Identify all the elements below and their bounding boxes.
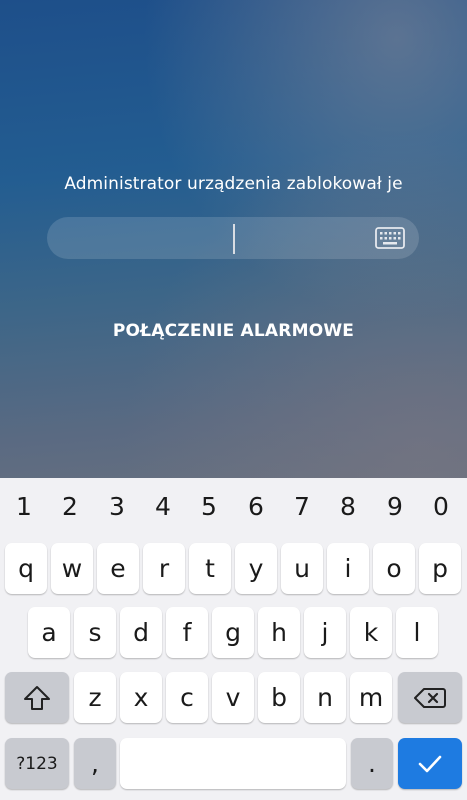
text-cursor [233,224,235,254]
device-locked-message: Administrator urządzenia zablokował je [64,174,403,194]
letter-key[interactable]: d [120,607,162,658]
number-key[interactable]: 9 [372,492,418,521]
letter-key[interactable]: k [350,607,392,658]
number-key[interactable]: 2 [47,492,93,521]
backspace-icon [414,687,446,708]
letter-key[interactable]: m [350,672,392,723]
letter-key[interactable]: o [373,543,415,594]
shift-key[interactable] [5,672,69,723]
backspace-key[interactable] [398,672,462,723]
lockscreen-background: Administrator urządzenia zablokował je P… [0,0,467,478]
letter-key[interactable]: v [212,672,254,723]
letter-key[interactable]: i [327,543,369,594]
letter-key[interactable]: q [5,543,47,594]
number-key[interactable]: 4 [140,492,186,521]
comma-key[interactable]: , [74,738,116,789]
letter-key[interactable]: t [189,543,231,594]
on-screen-keyboard: 1 2 3 4 5 6 7 8 9 0 q w e r t y u i o p … [0,478,467,800]
letter-key[interactable]: r [143,543,185,594]
letter-key[interactable]: a [28,607,70,658]
letter-key[interactable]: x [120,672,162,723]
letter-key[interactable]: e [97,543,139,594]
letter-key[interactable]: s [74,607,116,658]
letter-key[interactable]: j [304,607,346,658]
letter-key[interactable]: w [51,543,93,594]
letter-key[interactable]: c [166,672,208,723]
period-key[interactable]: . [351,738,393,789]
letter-key[interactable]: z [74,672,116,723]
number-key[interactable]: 6 [233,492,279,521]
number-key[interactable]: 7 [279,492,325,521]
number-key[interactable]: 5 [186,492,232,521]
number-key[interactable]: 3 [94,492,140,521]
number-row: 1 2 3 4 5 6 7 8 9 0 [0,492,467,532]
number-key[interactable]: 1 [1,492,47,521]
letter-key[interactable]: l [396,607,438,658]
symbols-key[interactable]: ?123 [5,738,69,789]
keyboard-icon[interactable] [375,227,405,249]
enter-key[interactable] [398,738,462,789]
letter-key[interactable]: u [281,543,323,594]
number-key[interactable]: 0 [418,492,464,521]
letter-key[interactable]: n [304,672,346,723]
shift-arrow-icon [24,685,50,710]
emergency-call-button[interactable]: POŁĄCZENIE ALARMOWE [0,321,467,341]
space-key[interactable] [120,738,346,789]
number-key[interactable]: 8 [325,492,371,521]
letter-key[interactable]: p [419,543,461,594]
letter-key[interactable]: y [235,543,277,594]
checkmark-icon [418,755,442,772]
letter-key[interactable]: g [212,607,254,658]
letter-key[interactable]: b [258,672,300,723]
letter-key[interactable]: h [258,607,300,658]
letter-key[interactable]: f [166,607,208,658]
password-input[interactable] [47,217,419,259]
